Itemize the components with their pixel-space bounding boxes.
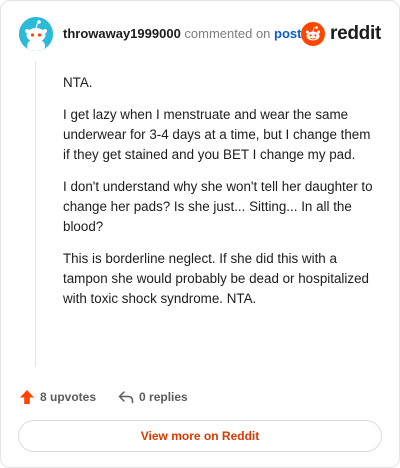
reddit-logo-icon (301, 22, 326, 46)
view-more-label: View more on Reddit (140, 429, 260, 443)
comment-paragraph: NTA. (63, 75, 93, 90)
reply-count: 0 replies (139, 390, 188, 404)
view-more-button[interactable]: View more on Reddit (18, 420, 382, 452)
comment-meta: throwaway1999000 commented on post (63, 26, 302, 41)
commented-on-text: commented on (184, 26, 271, 41)
avatar[interactable] (19, 17, 53, 51)
upvote-button[interactable]: 8 upvotes (19, 389, 96, 405)
reddit-brand[interactable]: reddit (301, 20, 381, 48)
comment-actions: 8 upvotes 0 replies (19, 387, 188, 407)
reply-button[interactable]: 0 replies (118, 390, 188, 404)
thread-line (35, 61, 36, 367)
upvote-arrow-icon (20, 390, 34, 404)
comment-card: throwaway1999000 commented on post reddi… (0, 0, 400, 468)
reddit-wordmark: reddit (330, 23, 381, 44)
snoo-avatar-icon (19, 17, 53, 51)
upvote-count: 8 upvotes (40, 390, 97, 404)
comment-paragraph: I get lazy when I menstruate and wear th… (63, 107, 371, 162)
post-link[interactable]: post (274, 26, 301, 41)
username[interactable]: throwaway1999000 (63, 26, 181, 41)
comment-paragraph: This is borderline neglect. If she did t… (63, 251, 369, 306)
reply-arrow-icon (118, 391, 134, 404)
comment-body: NTA. I get lazy when I menstruate and we… (63, 73, 375, 321)
comment-header: throwaway1999000 commented on post reddi… (19, 17, 385, 53)
comment-paragraph: I don't understand why she won't tell he… (63, 179, 373, 234)
